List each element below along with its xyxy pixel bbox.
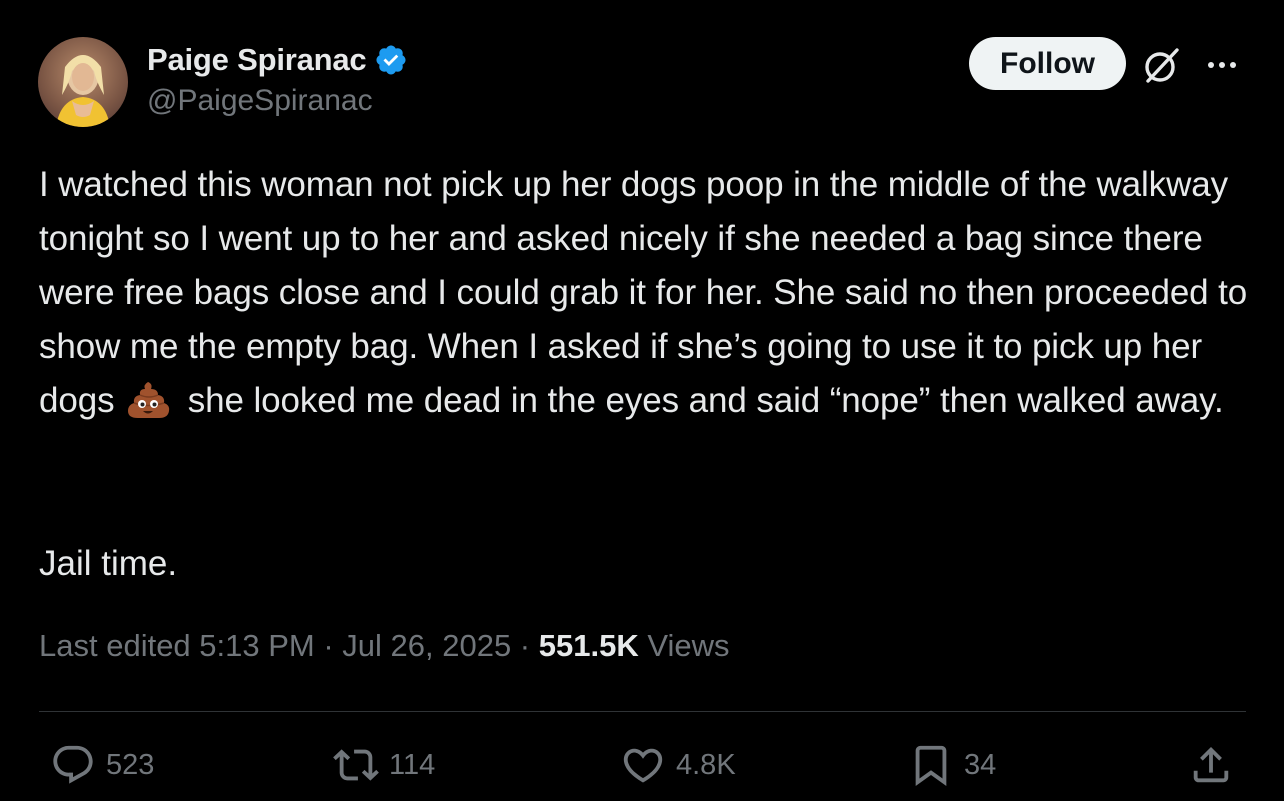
like-button[interactable]: 4.8K: [620, 742, 736, 788]
grok-icon[interactable]: [1141, 44, 1183, 86]
heart-icon: [623, 748, 663, 783]
follow-button[interactable]: Follow: [969, 37, 1126, 90]
verified-badge-icon[interactable]: [374, 43, 408, 77]
tweet-body: I watched this woman not pick up her dog…: [39, 158, 1254, 428]
more-options-icon[interactable]: [1200, 50, 1244, 80]
share-icon: [1193, 746, 1229, 783]
author-display-name[interactable]: Paige Spiranac: [147, 42, 367, 78]
reply-button[interactable]: 523: [50, 742, 154, 788]
repost-count: 114: [389, 748, 436, 781]
reply-count: 523: [106, 748, 155, 781]
author-name-row[interactable]: Paige Spiranac: [147, 40, 408, 80]
views-count: 551.5K: [538, 628, 639, 663]
share-button[interactable]: [1188, 742, 1234, 788]
like-count: 4.8K: [676, 748, 736, 781]
author-handle[interactable]: @PaigeSpiranac: [147, 84, 373, 118]
bookmark-icon: [915, 745, 947, 786]
reply-icon: [53, 745, 93, 784]
tweet-text-part-2: she looked me dead in the eyes and said …: [187, 381, 1224, 420]
edited-timestamp[interactable]: Last edited 5:13 PM · Jul 26, 2025 ·: [39, 628, 539, 663]
divider: [39, 711, 1246, 712]
views-label: Views: [638, 628, 730, 663]
poop-emoji-icon: [126, 380, 172, 420]
repost-button[interactable]: 114: [333, 742, 435, 788]
avatar[interactable]: [38, 37, 128, 127]
bookmark-count: 34: [964, 748, 997, 781]
tweet-card: Paige Spiranac @PaigeSpiranac Follow I w…: [0, 0, 1284, 801]
bookmark-button[interactable]: 34: [908, 742, 996, 788]
tweet-closing-line: Jail time.: [39, 544, 178, 583]
tweet-meta: Last edited 5:13 PM · Jul 26, 2025 · 551…: [39, 628, 729, 664]
repost-icon: [333, 749, 379, 781]
